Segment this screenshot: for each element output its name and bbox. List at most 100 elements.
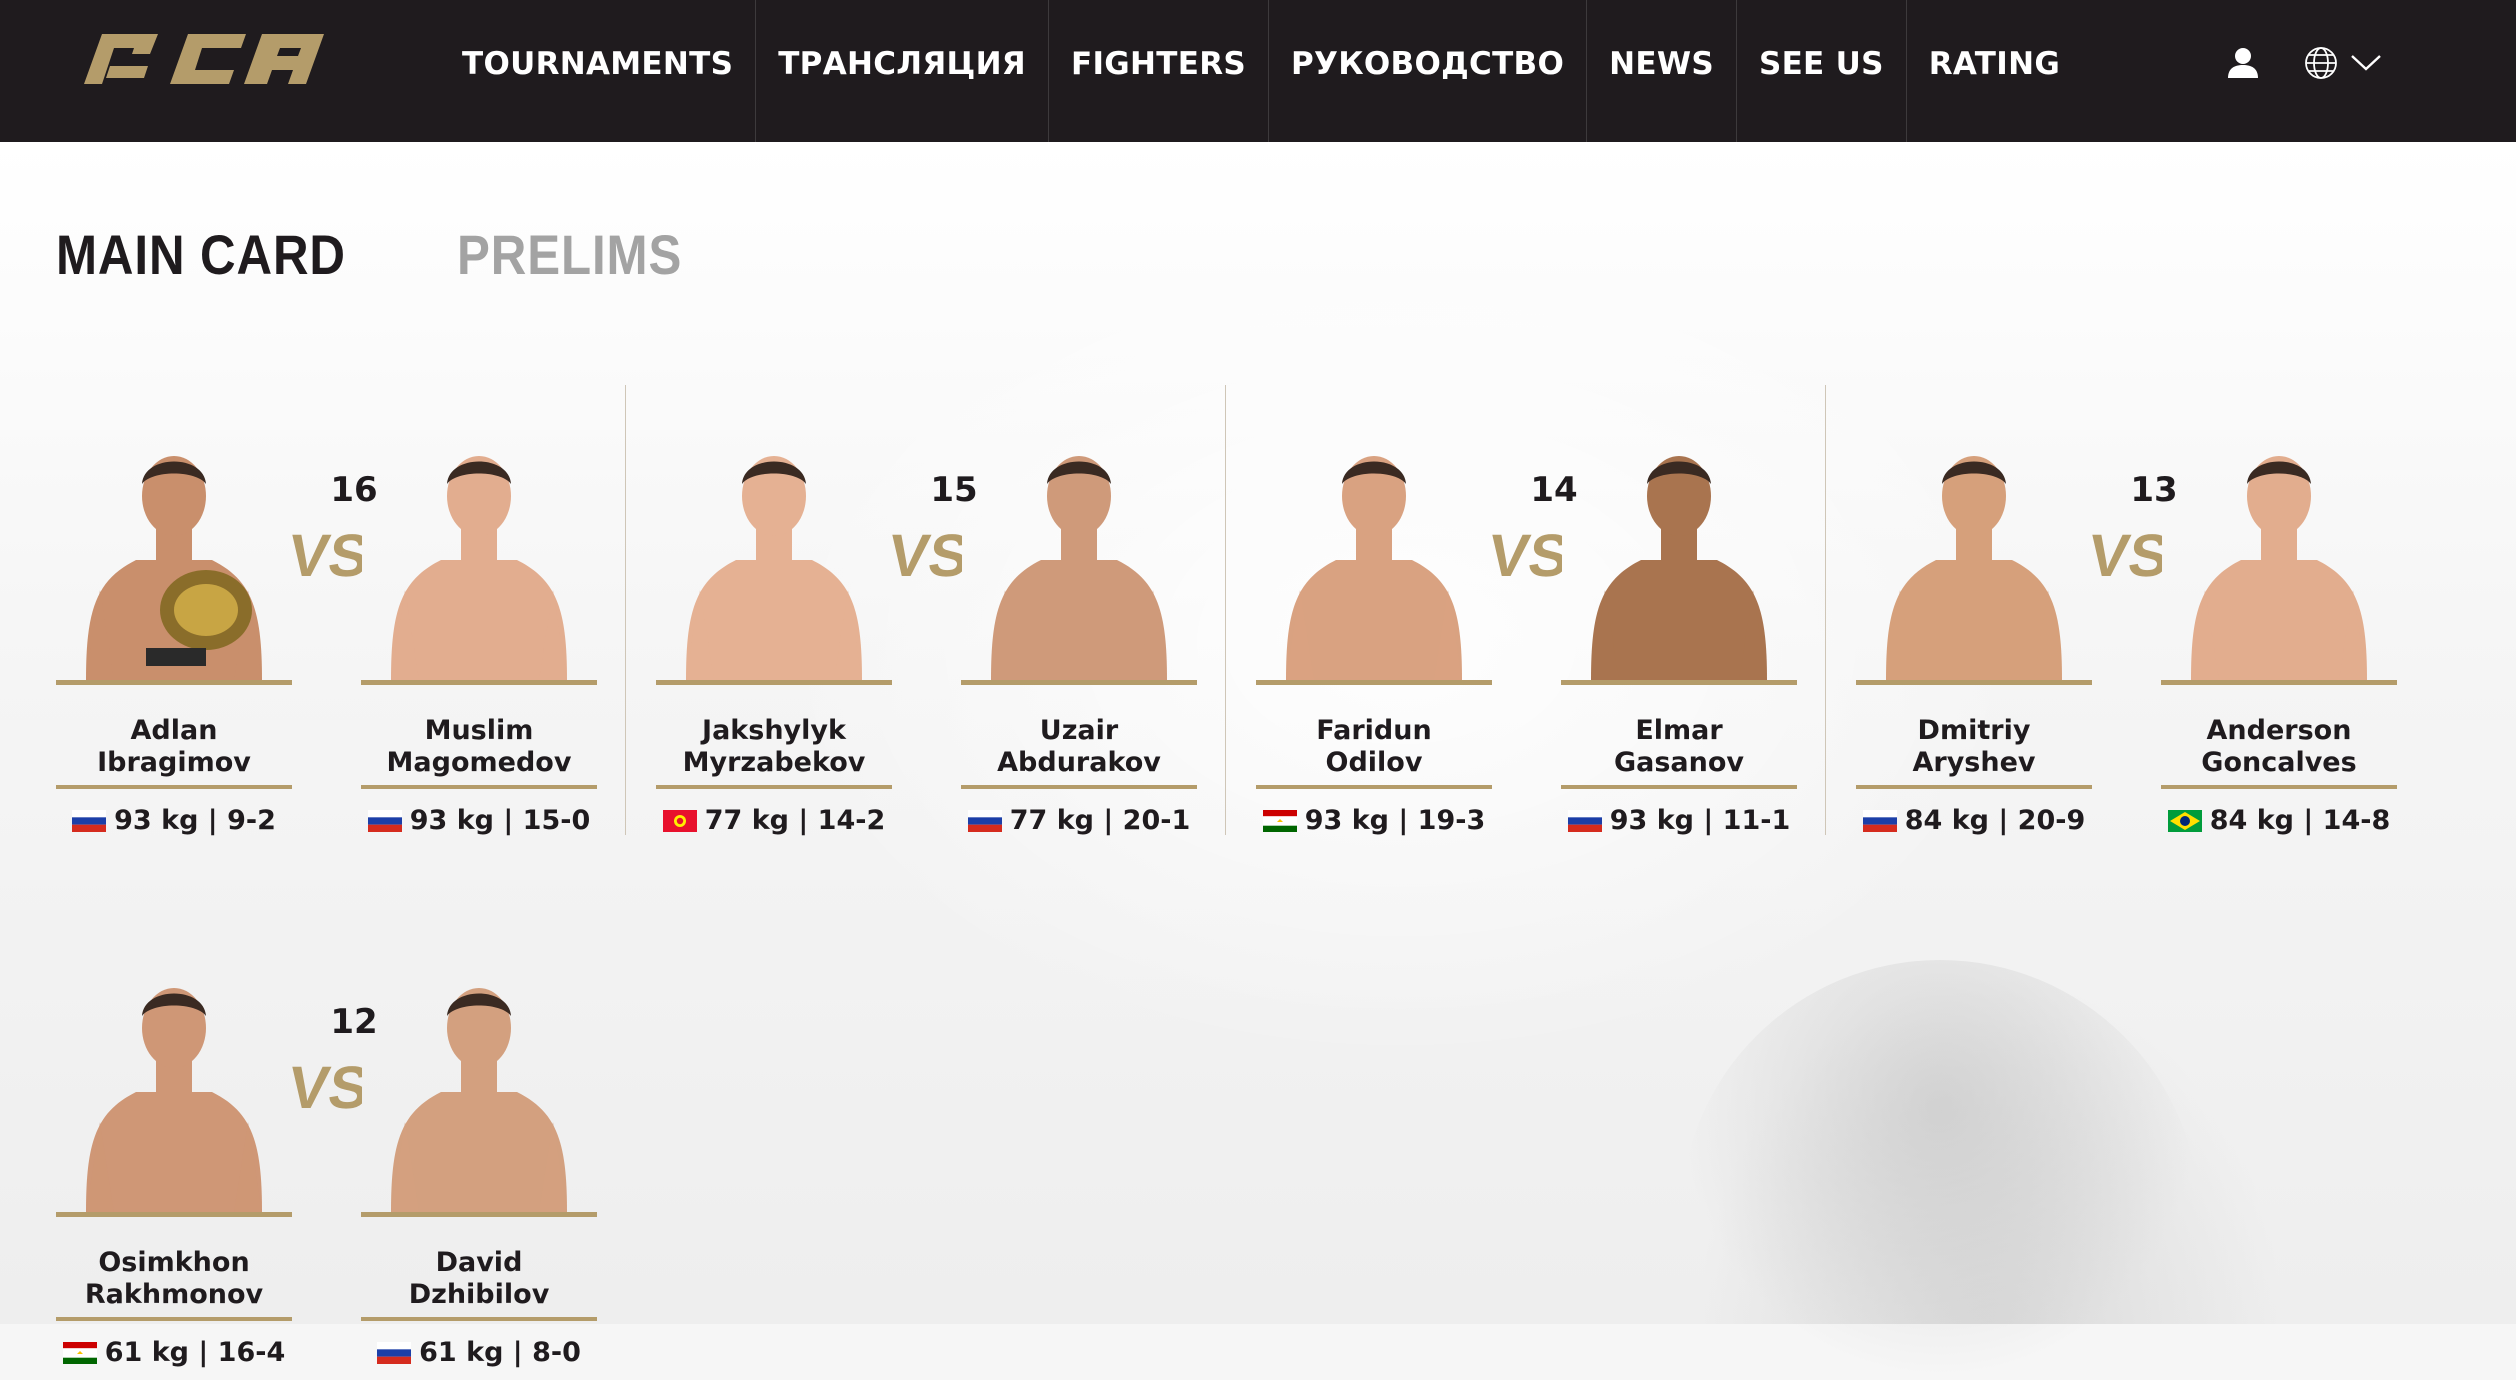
fighter-stats: 93 kg | 11-1 — [1561, 805, 1797, 836]
fighter-first-name: Elmar — [1635, 715, 1723, 746]
fighter-card[interactable]: Jakshylyk Myrzabekov 77 kg | 14-2 — [656, 410, 892, 836]
name-underline — [56, 785, 292, 789]
fighter-stats: 77 kg | 14-2 — [656, 805, 892, 836]
fighter-card[interactable]: Dmitriy Aryshev 84 kg | 20-9 — [1856, 410, 2092, 836]
flag-russia-icon — [967, 808, 1002, 832]
flag-tajikistan-icon — [1262, 808, 1297, 832]
fighter-first-name: Anderson — [2206, 715, 2352, 746]
fighter-name[interactable]: Anderson Goncalves — [2161, 715, 2397, 779]
photo-underline — [361, 1212, 597, 1217]
nav-actions — [2226, 46, 2382, 80]
fighter-name[interactable]: Muslim Magomedov — [361, 715, 597, 779]
nav-tournaments-label: TOURNAMENTS — [462, 46, 734, 82]
photo-underline — [361, 680, 597, 685]
fighter-last-name: Ibragimov — [97, 747, 251, 778]
fighter-card[interactable]: Muslim Magomedov 93 kg | 15-0 — [361, 410, 597, 836]
fighter-card[interactable]: Uzair Abdurakov 77 kg | 20-1 — [961, 410, 1197, 836]
fighter-photo[interactable] — [2161, 410, 2397, 680]
fighter-card[interactable]: Adlan Ibragimov 93 kg | 9-2 — [56, 410, 292, 836]
stats-separator: | — [1989, 805, 2018, 836]
fighter-weight: 93 kg — [1609, 805, 1694, 836]
aca-logo[interactable] — [74, 30, 334, 86]
fighter-photo[interactable] — [1561, 410, 1797, 680]
fighter-card[interactable]: Faridun Odilov 93 kg | 19-3 — [1256, 410, 1492, 836]
bout-card: Jakshylyk Myrzabekov 77 kg | 14-2 15 VS … — [656, 410, 1216, 840]
fighter-name[interactable]: Elmar Gasanov — [1561, 715, 1797, 779]
flag-russia-icon — [1567, 808, 1602, 832]
flag-tajikistan-icon — [62, 1340, 97, 1364]
stats-separator: | — [1094, 805, 1123, 836]
fighter-card[interactable]: Anderson Goncalves 84 kg | 14-8 — [2161, 410, 2397, 836]
fighter-name[interactable]: Adlan Ibragimov — [56, 715, 292, 779]
fighter-first-name: Jakshylyk — [702, 715, 846, 746]
fighter-weight: 61 kg — [104, 1337, 189, 1368]
nav-fighters-label: FIGHTERS — [1070, 46, 1247, 82]
stats-separator: | — [1694, 805, 1723, 836]
fighter-first-name: Muslim — [424, 715, 534, 746]
nav-news[interactable]: NEWS — [1587, 0, 1737, 142]
svg-text:VS: VS — [2092, 521, 2162, 589]
bout-divider — [1225, 385, 1226, 835]
fighter-first-name: Adlan — [130, 715, 218, 746]
vs-icon: VS — [1492, 521, 1562, 589]
fighter-stats: 61 kg | 8-0 — [361, 1337, 597, 1368]
stats-separator: | — [789, 805, 818, 836]
svg-text:VS: VS — [292, 521, 362, 589]
fighter-card[interactable]: Osimkhon Rakhmonov 61 kg | 16-4 — [56, 942, 292, 1368]
fighter-last-name: Rakhmonov — [84, 1279, 264, 1310]
fighter-name[interactable]: Osimkhon Rakhmonov — [56, 1247, 292, 1311]
nav-see-us[interactable]: SEE US — [1737, 0, 1907, 142]
top-navigation-bar: TOURNAMENTS ТРАНСЛЯЦИЯ FIGHTERS РУКОВОДС… — [0, 0, 2516, 142]
fighter-name[interactable]: Jakshylyk Myrzabekov — [656, 715, 892, 779]
name-underline — [1561, 785, 1797, 789]
tab-main-card[interactable]: MAIN CARD — [56, 222, 346, 287]
tab-prelims[interactable]: PRELIMS — [457, 222, 682, 287]
nav-management[interactable]: РУКОВОДСТВО — [1269, 0, 1588, 142]
name-underline — [656, 785, 892, 789]
fighter-photo[interactable] — [361, 942, 597, 1212]
svg-text:VS: VS — [292, 1053, 362, 1121]
bout-divider — [1825, 385, 1826, 835]
fighter-name[interactable]: David Dzhibilov — [361, 1247, 597, 1311]
photo-underline — [56, 680, 292, 685]
user-icon[interactable] — [2226, 46, 2260, 80]
fighter-photo[interactable] — [361, 410, 597, 680]
fighter-record: 15-0 — [522, 805, 591, 836]
nav-tournaments[interactable]: TOURNAMENTS — [440, 0, 757, 142]
name-underline — [1856, 785, 2092, 789]
fighter-name[interactable]: Uzair Abdurakov — [961, 715, 1197, 779]
name-underline — [2161, 785, 2397, 789]
photo-underline — [961, 680, 1197, 685]
nav-fighters[interactable]: FIGHTERS — [1049, 0, 1270, 142]
fighter-card[interactable]: Elmar Gasanov 93 kg | 11-1 — [1561, 410, 1797, 836]
fighter-record: 9-2 — [227, 805, 276, 836]
photo-underline — [2161, 680, 2397, 685]
fighter-photo[interactable] — [56, 942, 292, 1212]
fighter-photo[interactable] — [656, 410, 892, 680]
nav-broadcast[interactable]: ТРАНСЛЯЦИЯ — [756, 0, 1049, 142]
fighter-weight: 84 kg — [2209, 805, 2294, 836]
fighter-record: 20-9 — [2017, 805, 2086, 836]
chevron-down-icon[interactable] — [2350, 53, 2382, 73]
globe-icon[interactable] — [2304, 46, 2338, 80]
name-underline — [361, 785, 597, 789]
fighter-last-name: Odilov — [1325, 747, 1423, 778]
fighter-last-name: Aryshev — [1912, 747, 2036, 778]
bout-card: Osimkhon Rakhmonov 61 kg | 16-4 12 VS Da… — [56, 942, 616, 1372]
photo-underline — [1561, 680, 1797, 685]
fighter-card[interactable]: David Dzhibilov 61 kg | 8-0 — [361, 942, 597, 1368]
fighter-name[interactable]: Dmitriy Aryshev — [1856, 715, 2092, 779]
name-underline — [961, 785, 1197, 789]
fighter-photo[interactable] — [1856, 410, 2092, 680]
fighter-weight: 84 kg — [1904, 805, 1989, 836]
fighter-first-name: Faridun — [1316, 715, 1432, 746]
fighter-photo[interactable] — [1256, 410, 1492, 680]
svg-text:VS: VS — [892, 521, 962, 589]
fighter-name[interactable]: Faridun Odilov — [1256, 715, 1492, 779]
stats-separator: | — [2294, 805, 2323, 836]
name-underline — [361, 1317, 597, 1321]
fighter-record: 16-4 — [217, 1337, 286, 1368]
fighter-photo[interactable] — [56, 410, 292, 680]
fighter-photo[interactable] — [961, 410, 1197, 680]
nav-rating[interactable]: RATING — [1907, 0, 2082, 142]
